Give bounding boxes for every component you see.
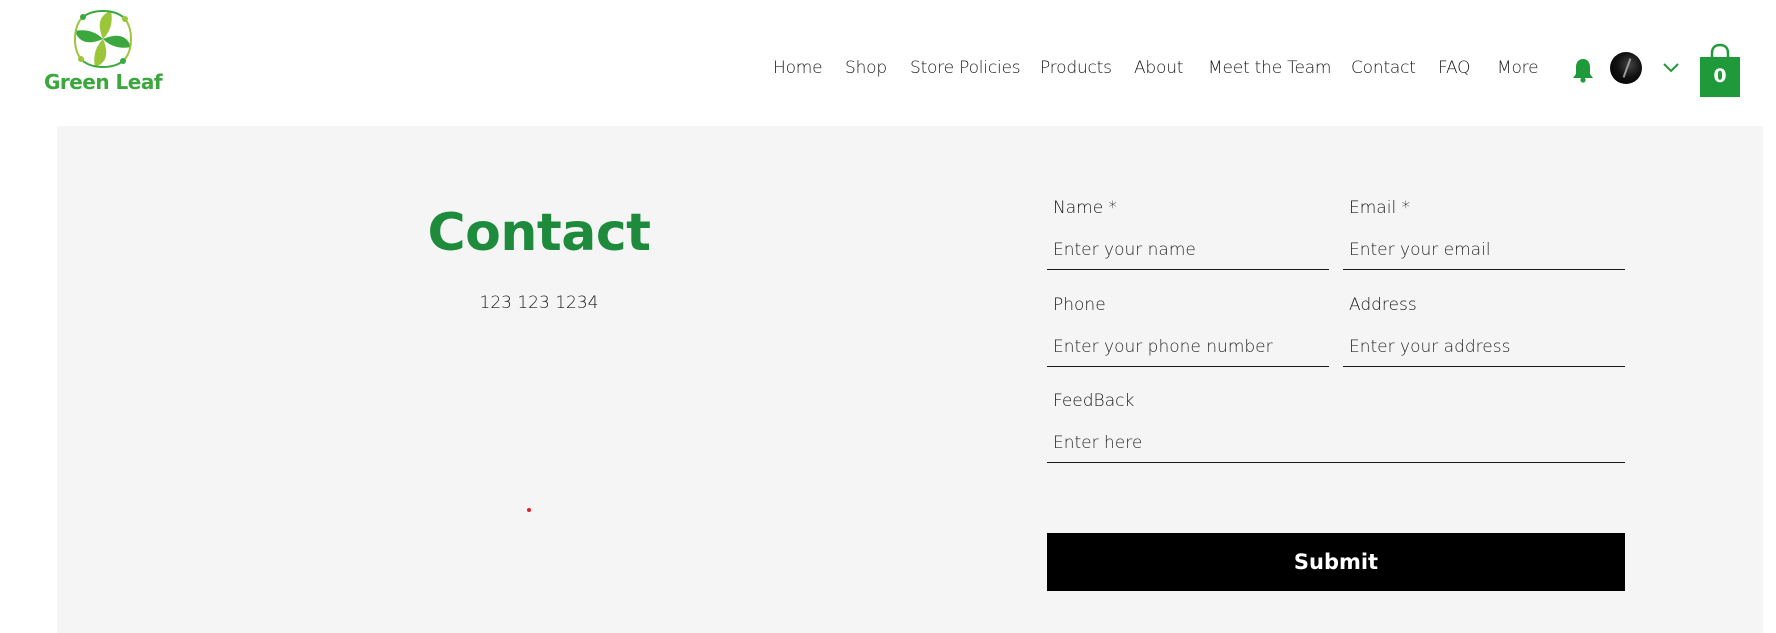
page-title: Contact (427, 203, 651, 263)
feedback-input[interactable] (1047, 423, 1625, 463)
nav-item-store-policies[interactable]: Store Policies (910, 58, 1021, 78)
nav-item-meet-the-team[interactable]: Meet the Team (1208, 58, 1331, 78)
nav-item-contact[interactable]: Contact (1351, 58, 1416, 78)
phone-input[interactable] (1047, 327, 1329, 367)
email-label: Email * (1349, 198, 1411, 218)
name-field-group: Name * (1047, 198, 1329, 278)
submit-button[interactable]: Submit (1047, 533, 1625, 591)
email-input[interactable] (1343, 230, 1625, 270)
contact-section: Contact 123 123 1234 Name * Email * Phon… (57, 126, 1763, 633)
bell-icon[interactable] (1572, 57, 1594, 83)
nav-item-more[interactable]: More (1497, 58, 1539, 78)
contact-phone: 123 123 1234 (479, 293, 599, 313)
nav-item-about[interactable]: About (1134, 58, 1183, 78)
nav-item-shop[interactable]: Shop (845, 58, 887, 78)
decorative-dot (527, 508, 531, 512)
nav-item-home[interactable]: Home (773, 58, 823, 78)
address-input[interactable] (1343, 327, 1625, 367)
address-field-group: Address (1343, 295, 1625, 375)
name-input[interactable] (1047, 230, 1329, 270)
email-field-group: Email * (1343, 198, 1625, 278)
nav-item-faq[interactable]: FAQ (1438, 58, 1471, 78)
brand-name: Green Leaf (43, 70, 163, 94)
feedback-field-group: FeedBack (1047, 391, 1625, 471)
cart-count: 0 (1713, 65, 1727, 87)
phone-field-group: Phone (1047, 295, 1329, 375)
site-header: Green Leaf Home Shop Store Policies Prod… (0, 0, 1776, 126)
address-label: Address (1349, 295, 1417, 315)
name-label: Name * (1053, 198, 1118, 218)
chevron-down-icon[interactable] (1662, 62, 1680, 74)
brand-logo[interactable]: Green Leaf (36, 8, 168, 98)
leaf-logo-icon (74, 10, 132, 68)
nav-item-products[interactable]: Products (1040, 58, 1112, 78)
feedback-label: FeedBack (1053, 391, 1135, 411)
cart-button[interactable]: 0 (1700, 43, 1740, 97)
phone-label: Phone (1053, 295, 1106, 315)
avatar[interactable] (1610, 52, 1642, 84)
